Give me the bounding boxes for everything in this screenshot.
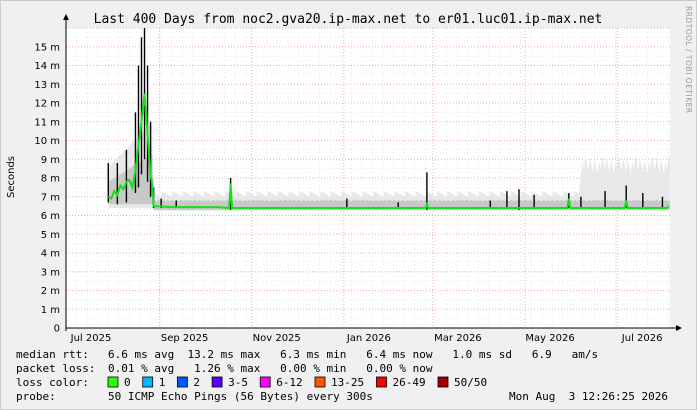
y-tick-label: 12 m [34, 99, 60, 110]
y-tick-label: 1 m [41, 305, 60, 316]
x-tick-label: Mar 2026 [434, 333, 482, 344]
y-tick-label: 6 m [41, 211, 60, 222]
legend-swatch [437, 376, 449, 388]
legend-label: 13-25 [331, 376, 364, 389]
y-tick-label: 5 m [41, 230, 60, 241]
probe-values: 50 ICMP Echo Pings (56 Bytes) every 300s [108, 390, 373, 403]
y-tick-label: 10 m [34, 136, 60, 147]
y-tick-label: 9 m [41, 155, 60, 166]
legend-label: 50/50 [454, 376, 487, 389]
y-tick-label: 13 m [34, 80, 60, 91]
x-tick-label: May 2026 [525, 333, 574, 344]
smokeping-graph: Last 400 Days from noc2.gva20.ip-max.net… [0, 0, 697, 410]
x-tick-label: Jul 2025 [70, 333, 112, 344]
y-tick-label: 3 m [41, 267, 60, 278]
legend-swatch [142, 376, 154, 388]
legend-label: 6-12 [276, 376, 303, 389]
legend-swatch [211, 376, 223, 388]
legend-label: 3-5 [228, 376, 248, 389]
timestamp: Mon Aug 3 12:26:25 2026 [509, 390, 668, 403]
legend-swatch [259, 376, 271, 388]
legend-label: 2 [193, 376, 200, 389]
loss-label: packet loss: [16, 362, 95, 375]
probe-label: probe: [16, 390, 56, 403]
y-tick-label: 7 m [41, 192, 60, 203]
legend-label: 26-49 [393, 376, 426, 389]
legend-swatch [376, 376, 387, 388]
x-tick-label: Jul 2026 [621, 333, 663, 344]
legend-swatch [314, 376, 326, 388]
legend-swatch [107, 376, 119, 388]
y-tick-label: 0 [54, 324, 60, 335]
y-tick-label: 4 m [41, 249, 60, 260]
legend-label: 0 [124, 376, 131, 389]
x-tick-label: Jan 2026 [346, 333, 391, 344]
x-tick-label: Sep 2025 [161, 333, 208, 344]
chart-title: Last 400 Days from noc2.gva20.ip-max.net… [94, 12, 603, 27]
y-axis-label: Seconds [6, 156, 17, 198]
x-tick-label: Nov 2025 [253, 333, 301, 344]
legend-swatch [176, 376, 188, 388]
rtt-values: 6.6 ms avg 13.2 ms max 6.3 ms min 6.4 ms… [108, 348, 598, 361]
legend-label: 1 [159, 376, 166, 389]
y-tick-label: 11 m [34, 117, 60, 128]
y-tick-label: 15 m [34, 42, 60, 53]
rtt-label: median rtt: [16, 348, 89, 361]
y-tick-label: 14 m [34, 61, 60, 72]
loss-values: 0.01 % avg 1.26 % max 0.00 % min 0.00 % … [108, 362, 433, 375]
rrdtool-watermark: RRDTOOL / TOBI OETIKER [684, 6, 693, 114]
y-tick-label: 8 m [41, 174, 60, 185]
y-tick-label: 2 m [41, 286, 60, 297]
loss-color-label: loss color: [16, 376, 89, 389]
